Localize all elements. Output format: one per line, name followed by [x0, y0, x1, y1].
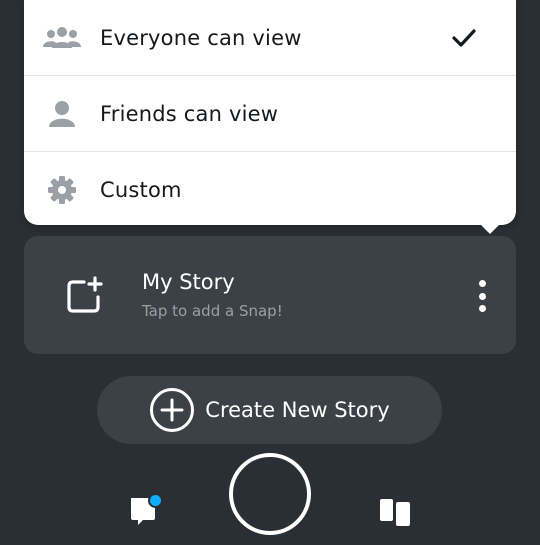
- menu-item-label: Custom: [100, 177, 182, 202]
- menu-item-friends[interactable]: Friends can view: [24, 76, 516, 152]
- plus-circle-icon: [149, 387, 195, 433]
- create-new-story-button[interactable]: Create New Story: [97, 376, 442, 444]
- group-icon: [24, 26, 100, 50]
- menu-item-label: Everyone can view: [100, 25, 302, 50]
- more-vertical-icon[interactable]: [472, 280, 492, 312]
- menu-item-custom[interactable]: Custom: [24, 152, 516, 227]
- create-new-story-label: Create New Story: [205, 398, 390, 422]
- person-icon: [24, 100, 100, 128]
- notification-dot: [148, 493, 163, 508]
- screen: Everyone can view Friends can view Custo…: [0, 0, 540, 545]
- menu-item-label: Friends can view: [100, 101, 279, 126]
- capture-button[interactable]: [229, 453, 311, 535]
- menu-item-everyone[interactable]: Everyone can view: [24, 0, 516, 76]
- story-subtitle: Tap to add a Snap!: [142, 302, 283, 320]
- privacy-menu: Everyone can view Friends can view Custo…: [24, 0, 516, 234]
- stories-icon[interactable]: [380, 499, 412, 531]
- story-title: My Story: [142, 270, 235, 294]
- gear-icon: [24, 175, 100, 204]
- my-story-card[interactable]: My Story Tap to add a Snap!: [24, 236, 516, 354]
- add-story-icon: [64, 276, 104, 320]
- checkmark-icon: [452, 28, 476, 48]
